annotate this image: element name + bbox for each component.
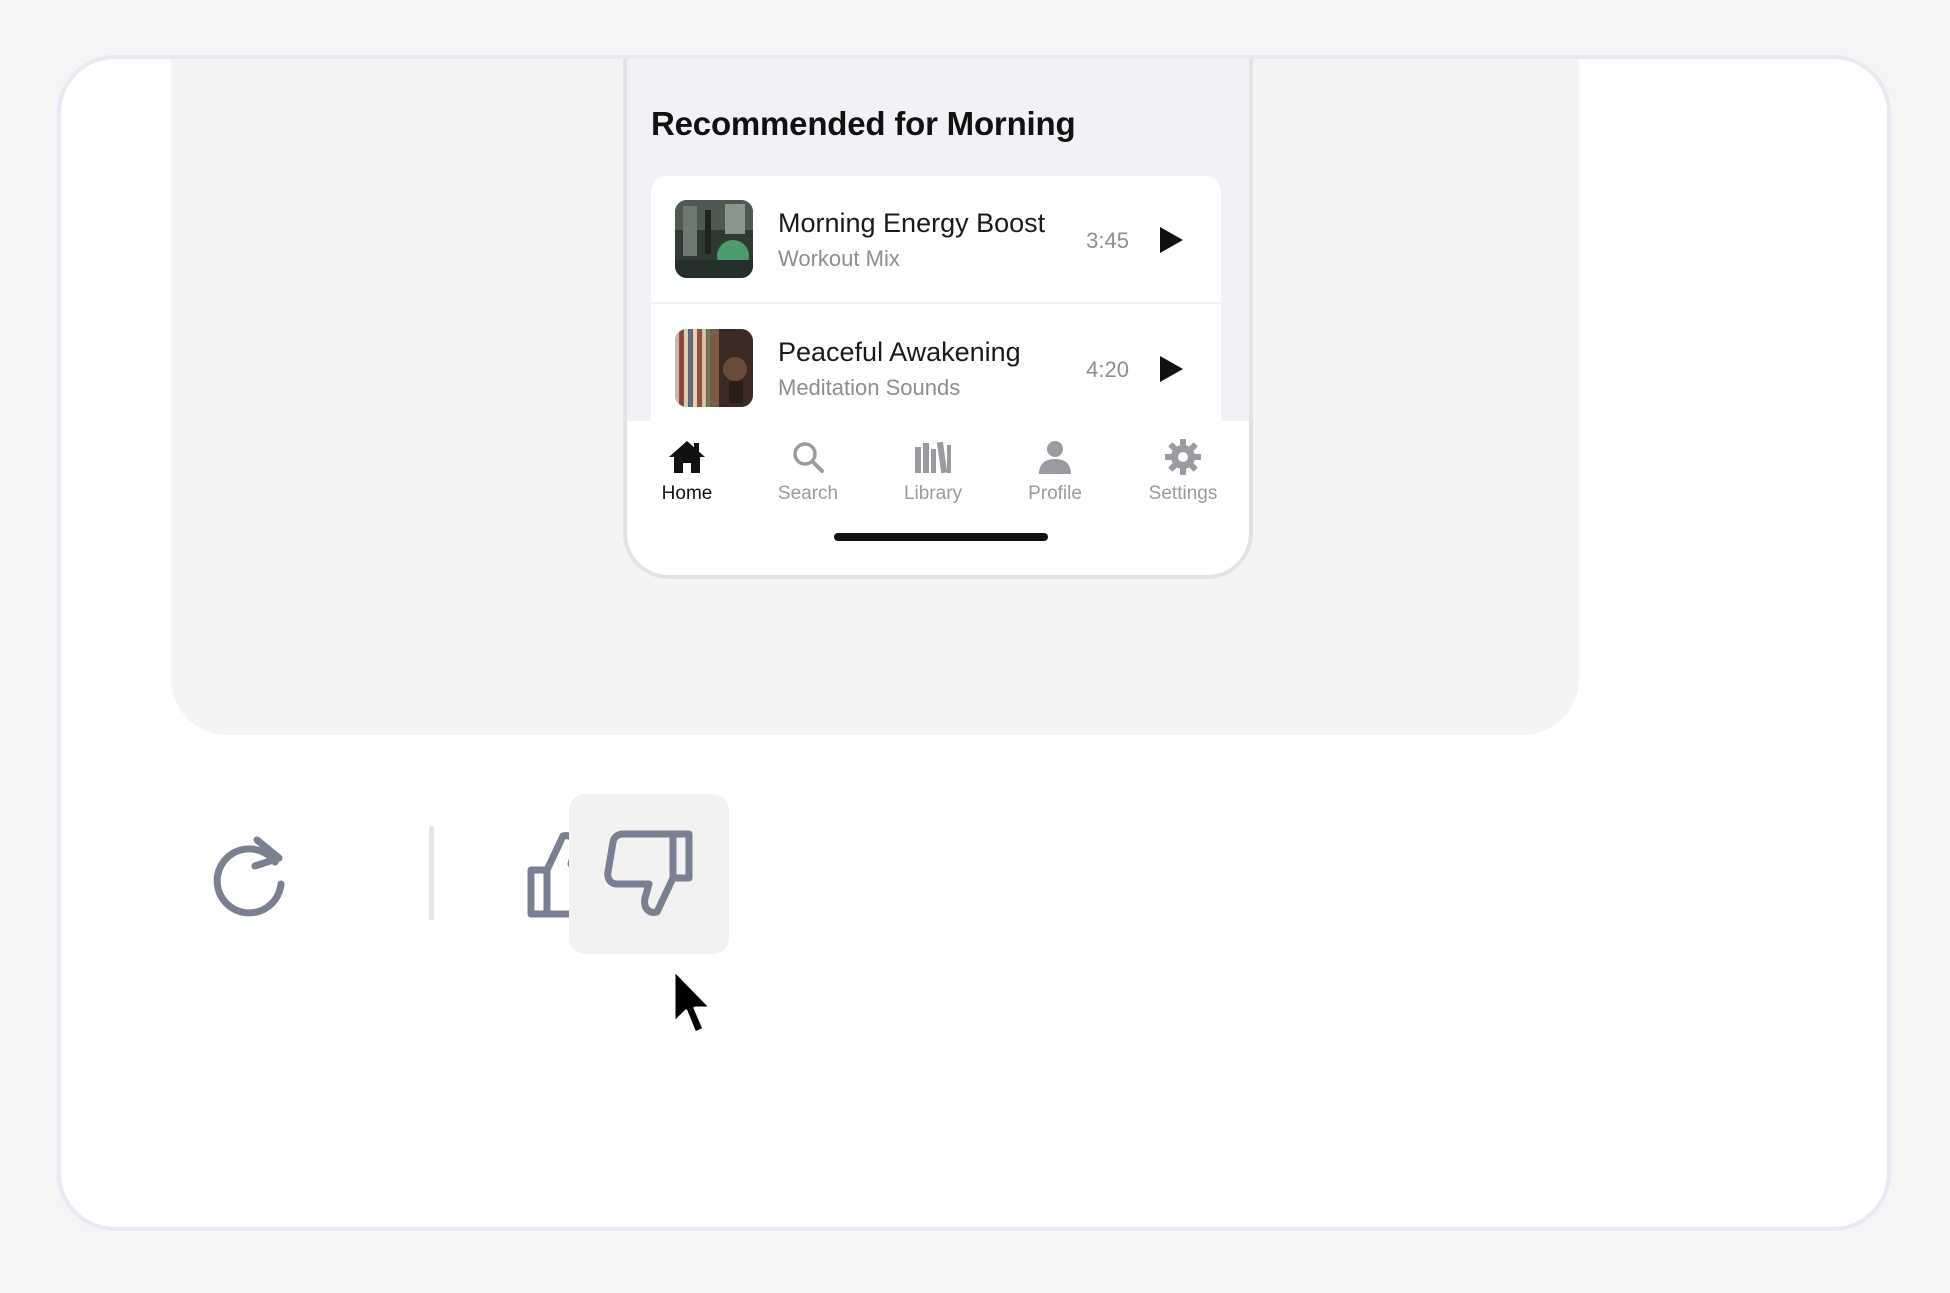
track-duration: 4:20 [1086, 357, 1129, 382]
phone-content: Recommended for Morning Morning Energy B… [627, 59, 1249, 436]
tab-label: Profile [1028, 483, 1082, 504]
library-icon [915, 441, 951, 474]
tab-label: Search [777, 483, 839, 504]
action-divider [429, 826, 434, 920]
section-title: Recommended for Morning [651, 105, 1076, 142]
message-actions [171, 794, 771, 954]
tab-label: Home [661, 483, 713, 504]
response-card: Recommended for Morning Morning Energy B… [57, 55, 1891, 1231]
play-icon [1160, 356, 1183, 382]
profile-icon [1039, 441, 1071, 474]
play-button[interactable] [1151, 220, 1191, 260]
search-icon [793, 442, 824, 473]
gear-icon [1165, 439, 1201, 475]
track-title: Peaceful Awakening [778, 337, 1021, 367]
regenerate-button[interactable] [171, 794, 331, 954]
tab-label: Library [903, 483, 963, 504]
tab-bar: Home Search Library Profile Settings [627, 421, 1249, 575]
mouse-cursor-icon [671, 967, 715, 1037]
tab-profile[interactable]: Profile [1005, 435, 1105, 505]
tab-search[interactable]: Search [758, 435, 858, 505]
artifact-preview: Recommended for Morning Morning Energy B… [171, 59, 1579, 735]
album-art [675, 329, 753, 407]
track-title: Morning Energy Boost [778, 208, 1046, 238]
list-item[interactable]: Peaceful Awakening Meditation Sounds 4:2… [651, 305, 1221, 433]
track-subtitle: Meditation Sounds [778, 375, 961, 400]
play-icon [1160, 227, 1183, 253]
home-indicator [834, 533, 1048, 541]
play-button[interactable] [1151, 349, 1191, 389]
refresh-icon [213, 836, 285, 917]
home-icon [669, 441, 705, 473]
phone-mockup: Recommended for Morning Morning Energy B… [623, 59, 1253, 579]
album-art [675, 200, 753, 278]
tab-settings[interactable]: Settings [1133, 435, 1233, 505]
thumbs-down-button[interactable] [569, 794, 729, 954]
tab-library[interactable]: Library [883, 435, 983, 505]
thumbs-down-icon [604, 830, 693, 916]
tab-label: Settings [1148, 483, 1218, 504]
list-item[interactable]: Morning Energy Boost Workout Mix 3:45 [651, 176, 1221, 304]
track-subtitle: Workout Mix [778, 246, 900, 271]
track-list: Morning Energy Boost Workout Mix 3:45 Pe… [651, 176, 1221, 436]
track-duration: 3:45 [1086, 228, 1129, 253]
tab-home[interactable]: Home [637, 435, 737, 505]
